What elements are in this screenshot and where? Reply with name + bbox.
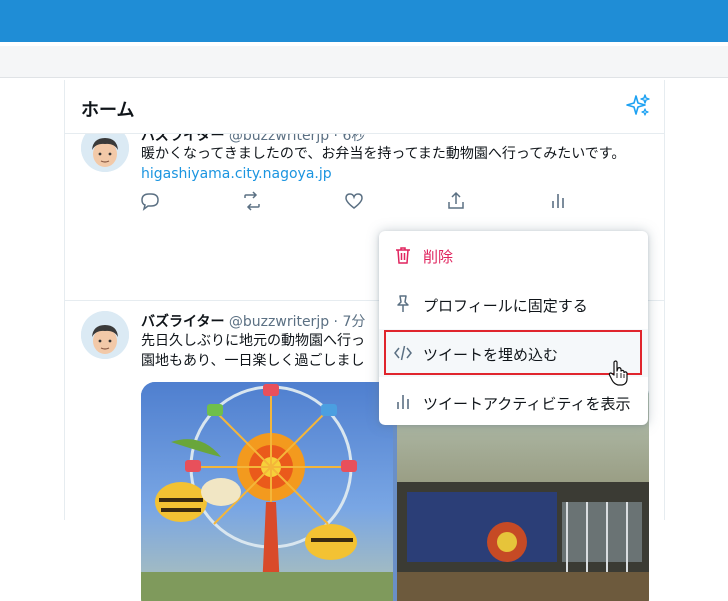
ferris-wheel-photo[interactable] [141, 382, 393, 601]
timeline-header: ホーム [65, 80, 664, 134]
tweet-time[interactable]: 7分 [342, 314, 365, 330]
menu-item-delete[interactable]: 削除 [379, 231, 648, 279]
highlight-box [384, 330, 642, 375]
like-icon[interactable] [343, 190, 365, 212]
tweet-body: 暖かくなってきましたので、お弁当を持ってまた動物園へ行ってみたいです。 [141, 146, 626, 162]
browser-toolbar [0, 46, 728, 78]
avatar[interactable] [81, 134, 129, 172]
pin-icon [397, 295, 409, 312]
author-handle[interactable]: @buzzwriterjp [229, 314, 329, 330]
author-name[interactable]: バズライター [141, 134, 224, 144]
tweet-author: バズライター @buzzwriterjp · 7分 [141, 314, 366, 330]
tweet-context-menu: 削除 プロフィールに固定する ツイートを埋め込む ツイートアクティビティを表示 [379, 231, 648, 425]
page-title: ホーム [81, 100, 135, 121]
tweet-text-line: 先日久しぶりに地元の動物園へ行っ [141, 333, 365, 349]
menu-item-pin[interactable]: プロフィールに固定する [379, 280, 648, 328]
sparkle-icon[interactable] [626, 94, 650, 118]
tweet-actions [139, 190, 569, 212]
tweet-text-line: 園地もあり、一日楽しく過ごしまし [141, 353, 365, 369]
trash-icon [396, 247, 410, 264]
tweet-link[interactable]: higashiyama.city.nagoya.jp [141, 166, 332, 182]
share-icon[interactable] [445, 190, 467, 212]
bar-chart-icon [397, 395, 409, 409]
hand-cursor-icon [608, 360, 628, 386]
author-name[interactable]: バズライター [141, 314, 224, 330]
retweet-icon[interactable] [241, 190, 263, 212]
author-handle[interactable]: @buzzwriterjp [229, 134, 329, 144]
reply-icon[interactable] [139, 190, 161, 212]
tweet-text: 暖かくなってきましたので、お弁当を持ってまた動物園へ行ってみたいです。 higa… [141, 144, 641, 184]
analytics-icon[interactable] [547, 190, 569, 212]
tweet-time[interactable]: 6秒 [342, 134, 365, 144]
avatar[interactable] [81, 311, 129, 359]
browser-top-bar [0, 0, 728, 42]
menu-item-label: 削除 [423, 248, 454, 266]
menu-item-label: プロフィールに固定する [423, 297, 588, 315]
menu-item-label: ツイートアクティビティを表示 [423, 395, 631, 413]
